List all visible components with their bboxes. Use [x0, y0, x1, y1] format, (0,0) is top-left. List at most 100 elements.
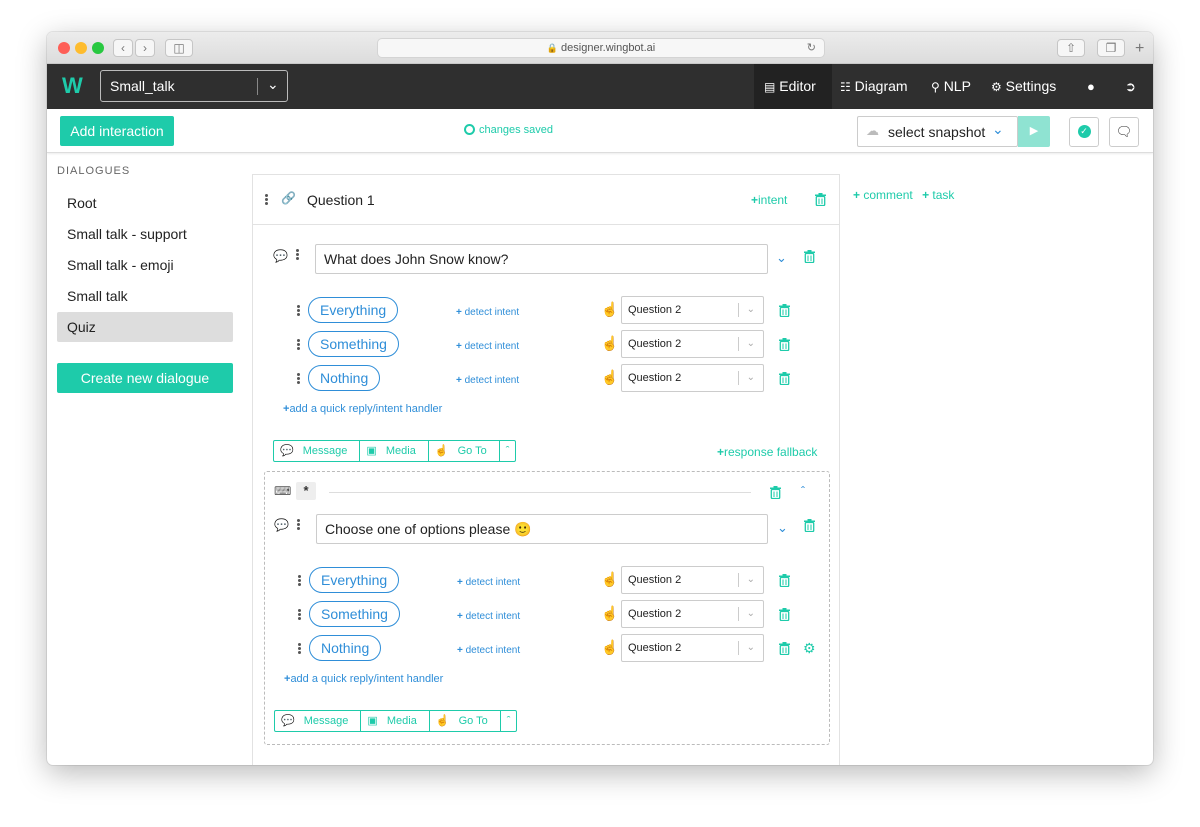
nav-diagram[interactable]: ☷ Diagram	[840, 64, 908, 109]
target-select-value: Question 2	[628, 574, 682, 586]
target-select[interactable]: Question 2 ⌄	[621, 600, 764, 628]
quick-reply-everything[interactable]: Everything	[309, 567, 400, 593]
detect-intent-link[interactable]: + detect intent	[457, 645, 520, 656]
quick-reply-everything[interactable]: Everything	[308, 297, 399, 323]
maximize-window-button[interactable]	[92, 42, 104, 54]
quick-reply-nothing[interactable]: Nothing	[308, 365, 381, 391]
nav-nlp[interactable]: ⚲ NLP	[931, 64, 971, 109]
message-text-field[interactable]: What does John Snow know?	[315, 244, 768, 274]
nav-editor-label: Editor	[779, 78, 816, 94]
drag-handle-icon[interactable]	[265, 194, 269, 206]
check-status-button[interactable]: ✓	[1069, 117, 1099, 147]
target-select[interactable]: Question 2 ⌄	[621, 330, 764, 358]
detect-intent-link[interactable]: + detect intent	[456, 341, 519, 352]
snapshot-select[interactable]: ☁ select snapshot ⌄	[857, 116, 1018, 147]
chevron-up-icon[interactable]: ˆ	[500, 441, 516, 461]
response-type-toolbar: 💬 Message ▣ Media ☝ Go To ˆ	[273, 440, 517, 462]
quick-reply-something[interactable]: Something	[308, 331, 399, 357]
cloud-icon: ☁	[866, 123, 879, 138]
media-tool-button[interactable]: ▣ Media	[360, 441, 429, 461]
target-select[interactable]: Question 2 ⌄	[621, 364, 764, 392]
sidebar-item-small-talk-emoji[interactable]: Small talk - emoji	[57, 250, 233, 280]
message-text-field[interactable]: Choose one of options please 🙂	[316, 514, 768, 544]
drag-handle-icon[interactable]	[298, 575, 302, 587]
trash-icon[interactable]	[779, 304, 791, 317]
chevron-down-icon[interactable]: ⌄	[267, 76, 279, 93]
chevron-up-icon[interactable]: ˆ	[501, 711, 517, 731]
gear-icon[interactable]: ⚙	[803, 640, 816, 657]
new-tab-icon[interactable]: +	[1135, 40, 1144, 58]
create-dialogue-button[interactable]: Create new dialogue	[57, 363, 233, 393]
minimize-window-button[interactable]	[75, 42, 87, 54]
forward-icon[interactable]: ›	[135, 39, 155, 57]
message-tool-button[interactable]: 💬 Message	[274, 441, 361, 461]
drag-handle-icon[interactable]	[296, 249, 300, 261]
drag-handle-icon[interactable]	[298, 643, 302, 655]
trash-icon[interactable]	[779, 608, 791, 621]
trash-icon[interactable]	[804, 250, 816, 263]
sidebar-item-quiz[interactable]: Quiz	[57, 312, 233, 342]
bot-selector[interactable]: Small_talk ⌄	[100, 70, 288, 102]
reload-icon[interactable]: ↻	[807, 39, 816, 57]
logout-icon[interactable]: ➲	[1125, 64, 1136, 109]
sidebar-toggle-icon[interactable]: ◫	[165, 39, 193, 57]
quick-reply-nothing[interactable]: Nothing	[309, 635, 382, 661]
drag-handle-icon[interactable]	[298, 609, 302, 621]
deploy-play-button[interactable]: ▶	[1018, 116, 1050, 147]
gears-icon: ⚙	[991, 80, 1002, 94]
drag-handle-icon[interactable]	[297, 373, 301, 385]
trash-icon[interactable]	[770, 486, 782, 499]
goto-tool-button[interactable]: ☝ Go To	[429, 441, 500, 461]
sidebar-item-root[interactable]: Root	[57, 188, 233, 218]
drag-handle-icon[interactable]	[297, 519, 301, 531]
add-quick-reply-link[interactable]: +add a quick reply/intent handler	[284, 673, 443, 685]
add-comment-label: comment	[863, 188, 913, 202]
chat-test-button[interactable]: 🗨	[1109, 117, 1139, 147]
response-fallback-link[interactable]: +response fallback	[717, 445, 817, 459]
detect-intent-link[interactable]: + detect intent	[457, 611, 520, 622]
add-quick-reply-link[interactable]: +add a quick reply/intent handler	[283, 403, 442, 415]
trash-icon[interactable]	[804, 519, 816, 532]
chevron-down-icon[interactable]: ⌄	[777, 520, 788, 536]
share-icon[interactable]: ⇧	[1057, 39, 1085, 57]
sidebar-item-small-talk-support[interactable]: Small talk - support	[57, 219, 233, 249]
trash-icon[interactable]	[779, 338, 791, 351]
chevron-down-icon[interactable]: ⌄	[776, 250, 787, 266]
add-comment-link[interactable]: + comment	[853, 188, 913, 202]
user-icon[interactable]: ●	[1087, 64, 1095, 109]
sidebar-heading: DIALOGUES	[57, 165, 131, 177]
condition-badge[interactable]: *	[296, 482, 316, 500]
bot-selector-value: Small_talk	[110, 78, 175, 94]
browser-titlebar: ‹ › ◫ 🔒 designer.wingbot.ai ↻ ⇧ ❐ +	[47, 32, 1153, 64]
media-tool-button[interactable]: ▣ Media	[361, 711, 430, 731]
add-intent-link[interactable]: +intent	[751, 193, 787, 207]
detect-intent-link[interactable]: + detect intent	[457, 577, 520, 588]
target-select[interactable]: Question 2 ⌄	[621, 566, 764, 594]
chevron-up-icon[interactable]: ˆ	[801, 484, 805, 498]
trash-icon[interactable]	[779, 574, 791, 587]
detect-intent-link[interactable]: + detect intent	[456, 375, 519, 386]
nav-settings[interactable]: ⚙ Settings	[991, 64, 1056, 109]
add-task-link[interactable]: + task	[922, 188, 954, 202]
back-icon[interactable]: ‹	[113, 39, 133, 57]
target-select[interactable]: Question 2 ⌄	[621, 296, 764, 324]
add-interaction-button[interactable]: Add interaction	[60, 116, 174, 146]
quick-reply-something[interactable]: Something	[309, 601, 400, 627]
detect-intent-link[interactable]: + detect intent	[456, 307, 519, 318]
trash-icon[interactable]	[779, 642, 791, 655]
sidebar-item-small-talk[interactable]: Small talk	[57, 281, 233, 311]
tabs-icon[interactable]: ❐	[1097, 39, 1125, 57]
address-bar[interactable]: 🔒 designer.wingbot.ai ↻	[377, 38, 825, 58]
goto-tool-button[interactable]: ☝ Go To	[430, 711, 501, 731]
drag-handle-icon[interactable]	[297, 305, 301, 317]
nav-editor[interactable]: ▤ Editor	[754, 64, 832, 109]
close-window-button[interactable]	[58, 42, 70, 54]
target-select[interactable]: Question 2 ⌄	[621, 634, 764, 662]
detect-intent-label: detect intent	[464, 341, 520, 352]
nav-nlp-label: NLP	[943, 78, 971, 94]
message-tool-button[interactable]: 💬 Message	[275, 711, 362, 731]
trash-icon[interactable]	[815, 193, 827, 206]
trash-icon[interactable]	[779, 372, 791, 385]
sitemap-icon: ☷	[840, 80, 851, 94]
drag-handle-icon[interactable]	[297, 339, 301, 351]
